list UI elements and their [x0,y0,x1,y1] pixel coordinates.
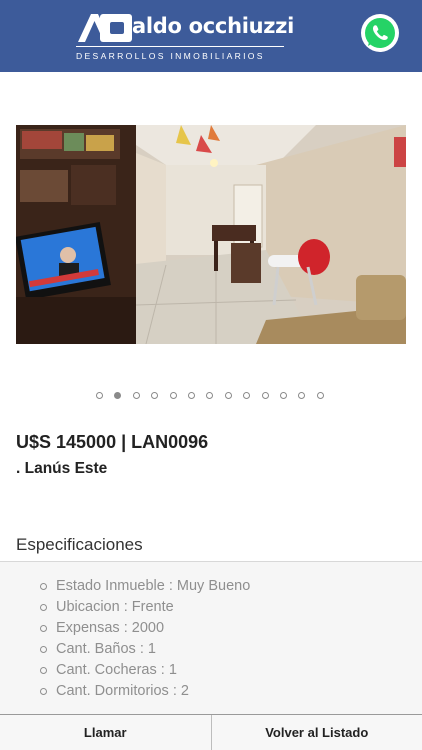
whatsapp-icon[interactable] [360,13,400,53]
spec-item-label: Ubicacion : Frente [56,599,174,615]
carousel-indicator [96,392,335,402]
spec-item: Cant. Baños : 1 [40,639,250,660]
spec-item: Cant. Dormitorios : 2 [40,681,250,702]
bullet-icon [40,646,47,653]
spec-item-label: Cant. Dormitorios : 2 [56,683,189,699]
ao-logo-icon [78,14,132,42]
carousel-dot[interactable] [96,392,103,399]
apartment-living-room-photo [16,125,406,344]
carousel-dot[interactable] [151,392,159,399]
spec-item: Estado Inmueble : Muy Bueno [40,576,250,597]
carousel-dot[interactable] [132,392,140,399]
property-photo[interactable] [16,125,406,344]
brand-tagline: DESARROLLOS INMOBILIARIOS [76,51,265,61]
carousel-dot[interactable] [261,392,269,399]
back-to-list-button[interactable]: Volver al Listado [212,715,422,750]
brand-logo[interactable]: aldo occhiuzzi DESARROLLOS INMOBILIARIOS [76,10,294,62]
specs-title: Especificaciones [16,535,143,554]
specs-list: Estado Inmueble : Muy Bueno Ubicacion : … [40,576,250,702]
carousel-dot[interactable] [316,392,324,399]
brand-name: aldo occhiuzzi [132,14,295,38]
logo-divider [76,46,284,47]
bullet-icon [40,583,47,590]
carousel-dot[interactable] [114,392,122,399]
carousel-dot[interactable] [224,392,232,399]
spec-item: Cant. Cocheras : 1 [40,660,250,681]
bullet-icon [40,604,47,611]
spec-item-label: Cant. Cocheras : 1 [56,662,177,678]
carousel-dot[interactable] [279,392,287,399]
spec-item: Ubicacion : Frente [40,597,250,618]
app-header: aldo occhiuzzi DESARROLLOS INMOBILIARIOS [0,0,422,72]
spec-item: Expensas : 2000 [40,618,250,639]
call-button[interactable]: Llamar [0,715,212,750]
listing-location: . Lanús Este [16,460,108,477]
carousel-dot[interactable] [169,392,177,399]
spec-item-label: Expensas : 2000 [56,620,165,636]
carousel-dot[interactable] [298,392,306,399]
spec-item-label: Estado Inmueble : Muy Bueno [56,578,251,594]
bullet-icon [40,688,47,695]
listing-price-code: U$S 145000 | LAN0096 [16,432,209,452]
bullet-icon [40,667,47,674]
carousel-dot[interactable] [206,392,214,399]
bullet-icon [40,625,47,632]
bottom-action-bar: Llamar Volver al Listado [0,714,422,750]
spec-item-label: Cant. Baños : 1 [56,641,156,657]
carousel-dot[interactable] [243,392,251,399]
carousel-dot[interactable] [187,392,195,399]
